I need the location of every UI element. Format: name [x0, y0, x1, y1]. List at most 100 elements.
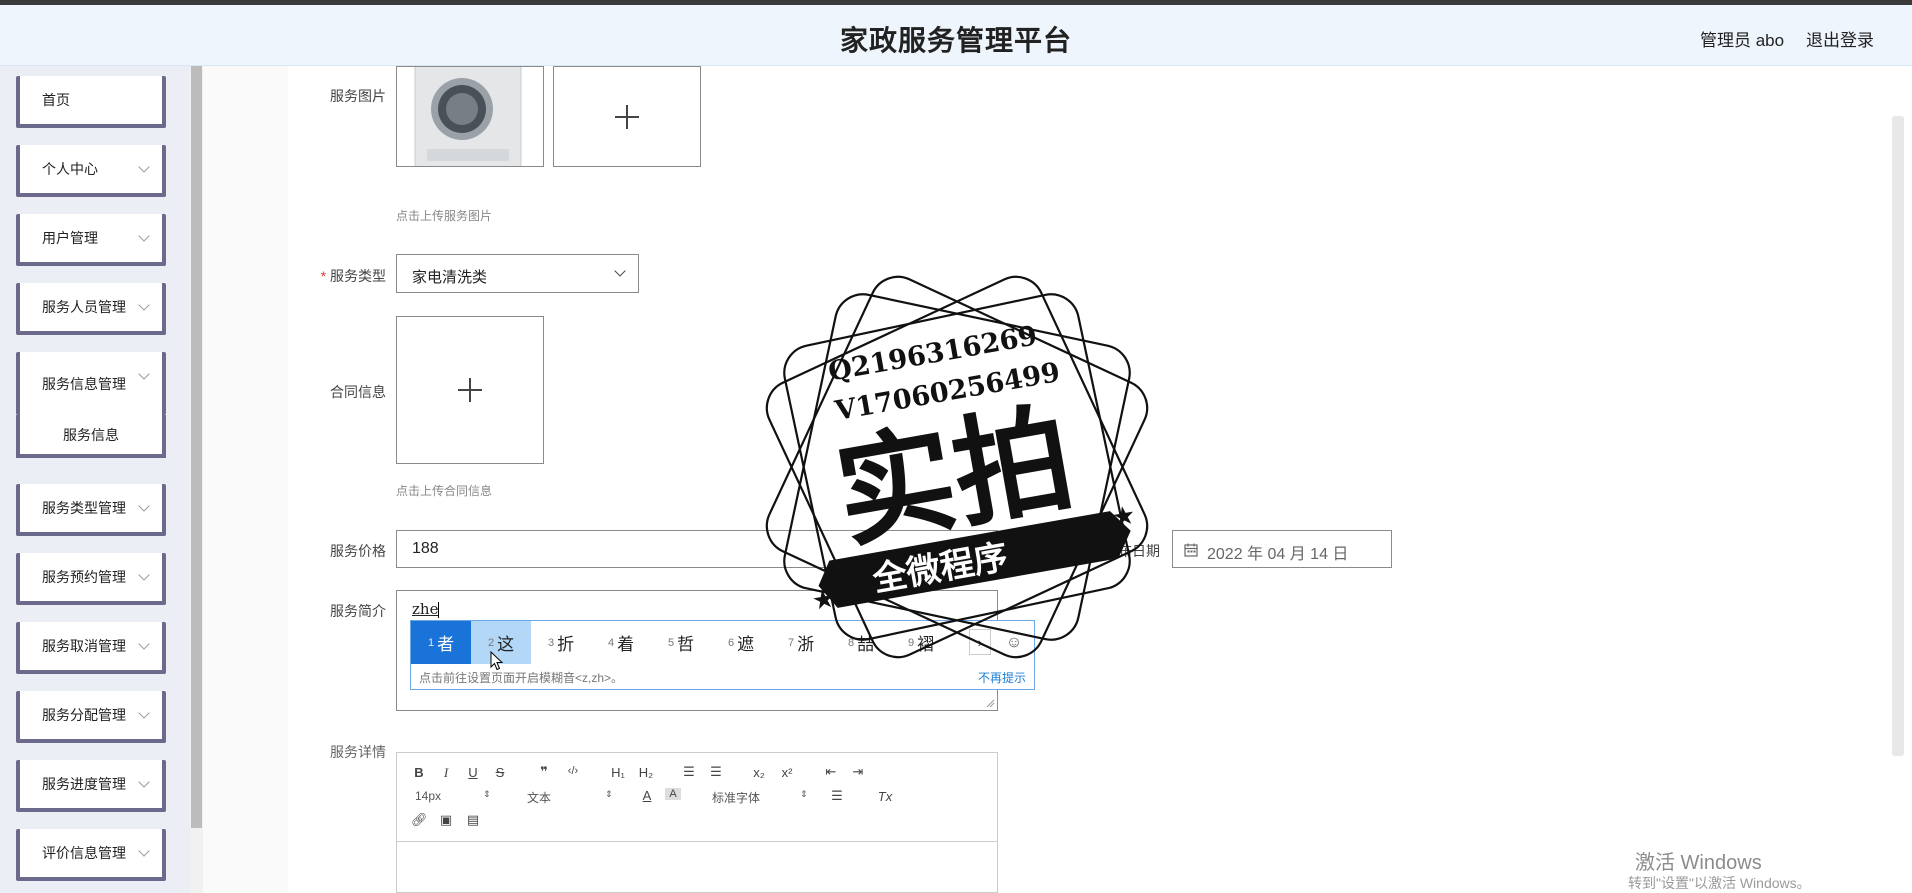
sidebar-item-cancel[interactable]: 服务取消管理: [16, 622, 166, 674]
subscript-button[interactable]: x₂: [749, 765, 769, 780]
content-gutter: [203, 66, 288, 893]
sidebar-item-users[interactable]: 用户管理: [16, 214, 166, 266]
sidebar-item-label: 服务预约管理: [42, 569, 126, 585]
sidebar-item-label: 个人中心: [42, 161, 98, 177]
video-icon: ▤: [466, 812, 480, 827]
star-icon: ★: [1110, 500, 1138, 534]
candidate-char: 折: [557, 635, 575, 654]
indent-button[interactable]: ⇥: [849, 764, 867, 780]
candidate-number: 6: [727, 636, 735, 649]
superscript-button[interactable]: x²: [777, 765, 797, 780]
app-header: 家政服务管理平台 管理员 abo 退出登录: [0, 5, 1912, 66]
heading1-button[interactable]: H₁: [607, 765, 629, 780]
sidebar-item-home[interactable]: 首页: [16, 76, 166, 128]
add-contract-button[interactable]: [396, 316, 544, 464]
updown-icon: ⇕: [800, 789, 808, 799]
calendar-icon: [1184, 543, 1198, 557]
sidebar-item-assign[interactable]: 服务分配管理: [16, 691, 166, 743]
sidebar-item-label: 用户管理: [42, 230, 98, 246]
page-scrollbar[interactable]: [1878, 66, 1912, 893]
intro-composing-text: zhe: [412, 600, 439, 618]
link-icon: 🔗︎: [411, 812, 428, 827]
chevron-down-icon: [138, 776, 150, 788]
detail-label: 服务详情: [330, 744, 386, 760]
sidebar-item-types[interactable]: 服务类型管理: [16, 484, 166, 536]
sidebar-item-info[interactable]: 服务信息管理: [16, 352, 166, 415]
ime-candidate-5[interactable]: 5哲: [651, 621, 711, 664]
heading2-button[interactable]: H₂: [635, 765, 657, 780]
current-user: 管理员 abo: [1700, 31, 1785, 50]
font-family-select[interactable]: 标准字体 ⇕: [712, 789, 808, 806]
format-value: 文本: [527, 791, 552, 805]
sidebar-item-label: 服务分配管理: [42, 707, 126, 723]
publish-date-input[interactable]: 2022 年 04 月 14 日: [1172, 530, 1392, 568]
windows-activation-title: 激活 Windows: [1635, 852, 1762, 874]
ime-candidate-3[interactable]: 3折: [531, 621, 591, 664]
type-label: * 服务类型: [310, 266, 386, 286]
clear-format-button[interactable]: Tx: [875, 789, 895, 804]
text-color-button[interactable]: A: [639, 788, 655, 803]
logout-link[interactable]: 退出登录: [1806, 26, 1874, 51]
sidebar-subitem-info[interactable]: 服务信息: [16, 415, 166, 458]
sidebar-scrollbar-thumb[interactable]: [191, 66, 202, 828]
font-size-select[interactable]: 14px ⇕: [415, 789, 491, 803]
candidate-number: 3: [547, 636, 555, 649]
bold-button[interactable]: B: [411, 765, 427, 780]
chevron-down-icon: [138, 845, 150, 857]
chevron-down-icon: [138, 230, 150, 242]
candidate-number: 1: [427, 636, 435, 649]
page-scrollbar-thumb[interactable]: [1892, 116, 1904, 756]
editor-content-area[interactable]: [397, 841, 997, 893]
add-image-button[interactable]: [553, 66, 701, 167]
sidebar-item-personal[interactable]: 个人中心: [16, 145, 166, 197]
chevron-down-icon: [614, 265, 626, 277]
align-button[interactable]: ☰: [829, 788, 845, 804]
candidate-number: 4: [607, 636, 615, 649]
contract-upload-hint: 点击上传合同信息: [396, 484, 493, 498]
sidebar-item-staff[interactable]: 服务人员管理: [16, 283, 166, 335]
service-image-thumbnail[interactable]: [396, 66, 544, 167]
link-button[interactable]: 🔗︎: [411, 812, 428, 828]
sidebar-item-progress[interactable]: 服务进度管理: [16, 760, 166, 812]
sidebar-subitem-label: 服务信息: [63, 426, 119, 443]
contract-label: 合同信息: [330, 384, 386, 400]
image-icon: ▣: [439, 812, 453, 827]
font-color-icon: A: [642, 788, 652, 803]
resize-handle-icon[interactable]: [986, 699, 995, 708]
ime-candidate-4[interactable]: 4着: [591, 621, 651, 664]
candidate-char: 哲: [677, 635, 695, 654]
format-select[interactable]: 文本 ⇕: [527, 789, 613, 806]
updown-icon: ⇕: [605, 789, 613, 799]
candidate-char: 着: [617, 635, 635, 654]
italic-button[interactable]: I: [438, 765, 454, 781]
bullet-list-button[interactable]: ☰: [707, 764, 725, 780]
sidebar-item-booking[interactable]: 服务预约管理: [16, 553, 166, 605]
image-button[interactable]: ▣: [438, 812, 454, 828]
candidate-number: 5: [667, 636, 675, 649]
image-label: 服务图片: [330, 88, 386, 104]
strike-button[interactable]: S: [492, 765, 508, 780]
washing-machine-image: [414, 67, 522, 166]
font-family-value: 标准字体: [712, 791, 761, 805]
sidebar-item-label: 首页: [42, 92, 70, 108]
ime-candidate-1[interactable]: 1者: [411, 621, 471, 664]
sidebar-item-label: 服务取消管理: [42, 638, 126, 654]
service-type-select[interactable]: 家电清洗类: [396, 254, 639, 293]
code-block-button[interactable]: ‹/›: [562, 765, 584, 777]
plus-icon: [615, 104, 639, 129]
blockquote-button[interactable]: ❞: [535, 764, 553, 780]
ordered-list-button[interactable]: ☰: [680, 764, 698, 780]
text-caret: [438, 602, 440, 618]
sidebar-item-label: 服务信息管理: [42, 375, 126, 392]
outdent-button[interactable]: ⇤: [822, 764, 840, 780]
stamp-watermark: Q2196316269 V17060256499 实拍 全微程序 ★ ★: [765, 275, 1149, 659]
sidebar-item-label: 评价信息管理: [42, 845, 126, 861]
sidebar-item-review[interactable]: 评价信息管理: [16, 829, 166, 881]
video-button[interactable]: ▤: [465, 812, 481, 828]
rich-text-editor: B I U S ❞ ‹/› H₁ H₂ ☰ ☰ x₂ x² ⇤ ⇥ 14px ⇕ …: [396, 752, 998, 893]
underline-button[interactable]: U: [465, 765, 481, 780]
background-color-button[interactable]: A: [665, 788, 681, 800]
chevron-down-icon: [138, 638, 150, 650]
mouse-cursor-icon: [490, 651, 504, 671]
windows-activation-hint: 转到"设置"以激活 Windows。: [1628, 875, 1811, 891]
